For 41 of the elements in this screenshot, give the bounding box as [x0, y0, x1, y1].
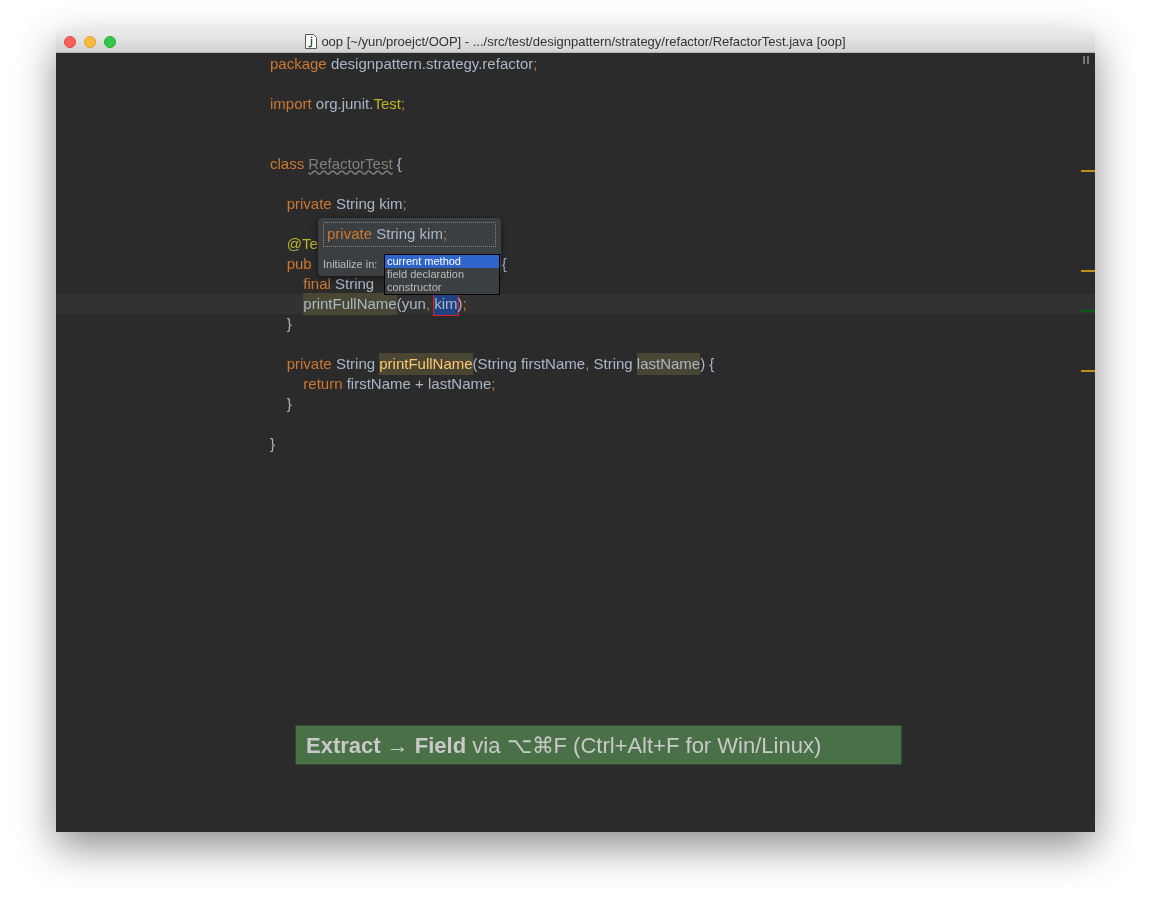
code-token: lastName [636, 352, 701, 376]
code-token: return [303, 373, 344, 394]
code-token: , [585, 353, 591, 374]
code-token: ; [402, 193, 407, 214]
code-token: pub [286, 253, 312, 274]
code-token: ) [457, 293, 463, 314]
code-token: } [270, 433, 275, 454]
code-token: ; [400, 93, 406, 114]
code-token: (yun [396, 293, 426, 314]
code-token: ; [533, 53, 538, 74]
code-token: , [425, 293, 432, 314]
code-token: ) { [700, 353, 715, 374]
code-token: final [303, 273, 332, 294]
code-token: ; [491, 373, 496, 394]
code-token: printFullName [379, 352, 473, 376]
window-title: oop [~/yun/proejct/OOP] - .../src/test/designpattern/strategy/refactor/RefactorTest.java [oop] [321, 32, 846, 51]
code-token: String kim [376, 224, 443, 245]
code-token: RefactorTest [308, 153, 393, 174]
code-token: import [270, 93, 313, 114]
initialize-label: Initialize in: [323, 257, 379, 272]
code-token: @Te [286, 233, 318, 254]
code-token: String [335, 273, 375, 294]
code-token: String [335, 353, 377, 374]
code-token: class [270, 153, 306, 174]
code-token: Test [373, 93, 401, 114]
code-token: private [327, 224, 374, 245]
code-token: ; [462, 293, 467, 314]
code-token: (String firstName [472, 353, 586, 374]
code-token: package [270, 53, 328, 74]
code-token: String kim [335, 193, 403, 214]
code-token: private [286, 193, 333, 214]
code-token: } [286, 313, 292, 334]
code-token: private [286, 353, 333, 374]
code-token: { [396, 153, 402, 174]
code-token: org.junit. [315, 93, 374, 114]
code-token: String [593, 353, 634, 374]
code-token: printFullName [303, 292, 397, 316]
code-token: ; [442, 224, 448, 245]
code-token: } [286, 393, 292, 414]
banner-text: Extract → Field via ⌥⌘F (Ctrl+Alt+F for Win/Linux) [306, 731, 822, 760]
code-token: { [501, 253, 507, 274]
